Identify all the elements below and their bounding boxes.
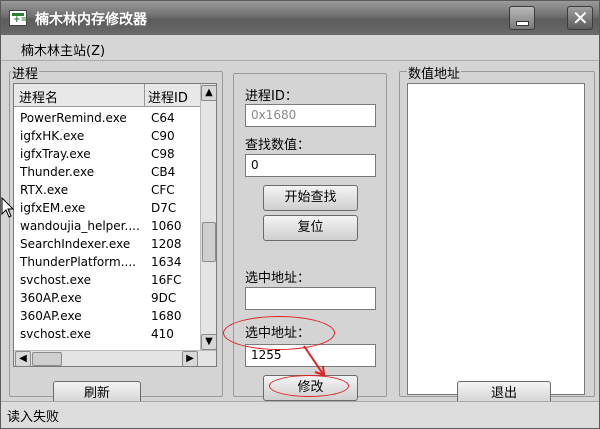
- process-row[interactable]: 360AP.exe 9DC: [14, 290, 200, 308]
- reset-button[interactable]: 复位: [263, 215, 358, 241]
- process-name-cell: 360AP.exe: [20, 291, 82, 305]
- search-value-label: 查找数值：: [245, 138, 311, 153]
- selected-address-label: 选中地址：: [245, 271, 311, 286]
- process-row[interactable]: igfxHK.exe C90: [14, 128, 200, 146]
- process-name-cell: PowerRemind.exe: [20, 111, 127, 125]
- process-group-label: 进程: [11, 63, 40, 82]
- process-row[interactable]: SearchIndexer.exe 1208: [14, 236, 200, 254]
- process-row[interactable]: igfxEM.exe D7C: [14, 200, 200, 218]
- menu-item-main-site[interactable]: 楠木林主站(Z): [21, 40, 105, 59]
- process-id-cell: 16FC: [151, 273, 182, 287]
- annotation-arrow-icon: [303, 345, 326, 377]
- process-name-cell: RTX.exe: [20, 183, 69, 197]
- process-id-cell: 1634: [151, 255, 182, 269]
- process-row[interactable]: svchost.exe 410: [14, 326, 200, 344]
- process-name-cell: svchost.exe: [20, 327, 91, 341]
- process-id-cell: 1680: [151, 309, 182, 323]
- process-id-cell: 410: [151, 327, 174, 341]
- process-row[interactable]: igfxTray.exe C98: [14, 146, 200, 164]
- start-search-button[interactable]: 开始查找: [263, 185, 358, 211]
- process-list[interactable]: 进程名 进程ID PowerRemind.exe C64 igfxHK.exe C90…: [13, 83, 217, 367]
- process-id-cell: CB4: [151, 165, 176, 179]
- pid-label: 进程ID：: [245, 89, 298, 104]
- app-window: += 楠木林内存修改器 ✕ 楠木林主站(Z) 进程 进程名 进程ID Power…: [0, 0, 600, 429]
- status-bar: 读入失败: [1, 401, 599, 428]
- process-name-cell: SearchIndexer.exe: [20, 237, 131, 251]
- process-name-cell: Thunder.exe: [20, 165, 95, 179]
- process-name-cell: svchost.exe: [20, 273, 91, 287]
- horizontal-scrollbar[interactable]: ◀ ▶: [14, 350, 216, 366]
- process-name-cell: igfxHK.exe: [20, 129, 85, 143]
- process-row[interactable]: 360AP.exe 1680: [14, 308, 200, 326]
- column-header-process-name[interactable]: 进程名: [19, 87, 58, 106]
- pid-field[interactable]: 0x1680: [245, 104, 376, 127]
- mouse-cursor-icon: [1, 197, 15, 218]
- minimize-button[interactable]: [509, 6, 535, 30]
- scroll-up-button[interactable]: ▲: [201, 85, 216, 101]
- vertical-scroll-thumb[interactable]: [202, 222, 216, 262]
- process-id-cell: 1060: [151, 219, 182, 233]
- scroll-down-button[interactable]: ▼: [201, 334, 216, 350]
- process-name-cell: igfxEM.exe: [20, 201, 86, 215]
- process-row[interactable]: Thunder.exe CB4: [14, 164, 200, 182]
- process-id-cell: C64: [151, 111, 175, 125]
- selected-address-field[interactable]: [245, 287, 376, 310]
- process-id-cell: CFC: [151, 183, 175, 197]
- process-list-header: 进程名 进程ID: [14, 84, 200, 107]
- process-id-cell: D7C: [151, 201, 177, 215]
- process-rows: PowerRemind.exe C64 igfxHK.exe C90 igfxTray.…: [14, 110, 200, 344]
- process-row[interactable]: RTX.exe CFC: [14, 182, 200, 200]
- scroll-left-button[interactable]: ◀: [15, 351, 31, 366]
- close-icon: ✕: [572, 6, 589, 30]
- process-row[interactable]: ThunderPlatform.... 1634: [14, 254, 200, 272]
- process-name-cell: wandoujia_helper....: [20, 219, 140, 233]
- process-row[interactable]: PowerRemind.exe C64: [14, 110, 200, 128]
- process-name-cell: ThunderPlatform....: [20, 255, 136, 269]
- menu-bar: 楠木林主站(Z): [1, 35, 599, 61]
- app-icon: +=: [9, 10, 28, 26]
- process-name-cell: 360AP.exe: [20, 309, 82, 323]
- horizontal-scroll-thumb[interactable]: [32, 352, 62, 366]
- process-id-cell: 1208: [151, 237, 182, 251]
- status-text: 读入失败: [7, 410, 60, 425]
- process-id-cell: 9DC: [151, 291, 177, 305]
- close-button[interactable]: ✕: [567, 6, 593, 30]
- vertical-scrollbar[interactable]: ▲ ▼: [200, 84, 216, 352]
- address-group-label: 数值地址: [407, 63, 462, 82]
- process-row[interactable]: svchost.exe 16FC: [14, 272, 200, 290]
- column-header-process-id[interactable]: 进程ID: [148, 87, 188, 106]
- minimize-icon: [516, 21, 529, 26]
- scroll-right-button[interactable]: ▶: [182, 351, 198, 366]
- process-id-cell: C98: [151, 147, 175, 161]
- address-list[interactable]: [407, 83, 585, 395]
- process-id-cell: C90: [151, 129, 175, 143]
- process-name-cell: igfxTray.exe: [20, 147, 91, 161]
- title-bar[interactable]: += 楠木林内存修改器 ✕: [1, 1, 599, 35]
- process-row[interactable]: wandoujia_helper.... 1060: [14, 218, 200, 236]
- window-title: 楠木林内存修改器: [35, 12, 147, 28]
- search-value-field[interactable]: 0: [245, 154, 376, 177]
